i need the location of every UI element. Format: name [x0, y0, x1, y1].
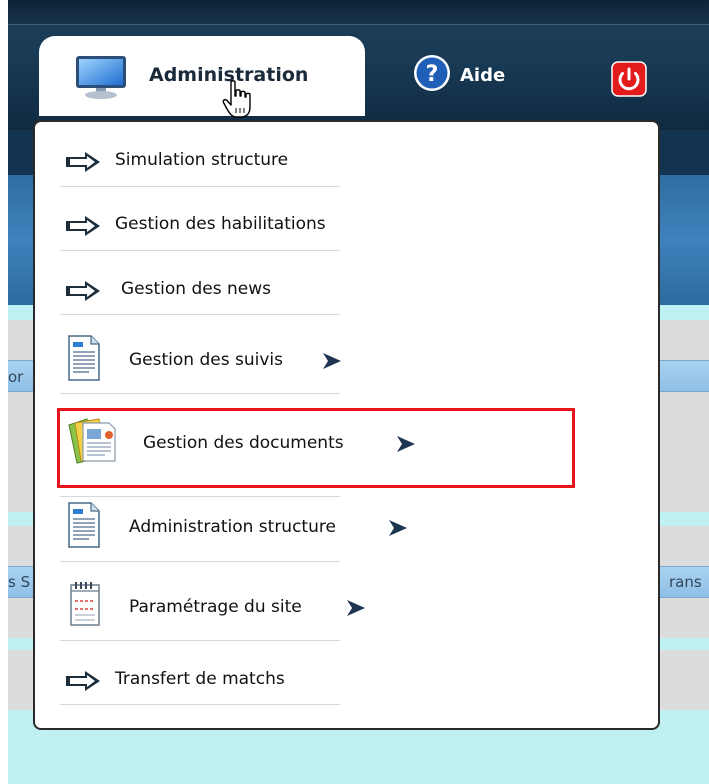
- notepad-icon: [70, 582, 100, 626]
- menu-item-label: Gestion des suivis: [129, 350, 283, 370]
- help-icon: ?: [414, 55, 450, 91]
- menu-item-simulation-structure[interactable]: Simulation structure: [35, 140, 635, 180]
- folder-documents-icon: [68, 418, 116, 464]
- menu-item-gestion-suivis[interactable]: Gestion des suivis: [35, 335, 635, 381]
- hand-cursor-icon: [222, 80, 251, 118]
- menu-item-parametrage-site[interactable]: Paramétrage du site: [35, 582, 635, 627]
- submenu-arrow-icon: [397, 436, 415, 452]
- menu-separator: [60, 393, 340, 394]
- background-text-fragment: s S: [8, 573, 31, 591]
- page-left-margin: [0, 0, 8, 784]
- svg-text:?: ?: [426, 62, 439, 87]
- menu-item-label: Simulation structure: [115, 150, 289, 170]
- monitor-icon: [76, 56, 126, 99]
- nav-administration-tab[interactable]: Administration: [39, 36, 365, 116]
- menu-item-label: Administration structure: [129, 517, 336, 537]
- document-icon: [68, 335, 100, 381]
- menu-item-label: Paramétrage du site: [129, 597, 302, 617]
- arrow-right-icon: [66, 281, 100, 301]
- power-icon: [611, 61, 647, 97]
- menu-separator: [60, 186, 340, 187]
- menu-item-label: Transfert de matchs: [115, 669, 285, 689]
- nav-help-label: Aide: [460, 65, 506, 86]
- logout-button[interactable]: [611, 61, 647, 101]
- arrow-right-icon: [66, 671, 100, 691]
- menu-separator: [60, 704, 340, 705]
- menu-separator: [60, 640, 340, 641]
- background-text-fragment: or: [8, 368, 24, 386]
- document-icon: [68, 502, 100, 548]
- menu-separator: [60, 496, 340, 497]
- menu-separator: [60, 561, 340, 562]
- background-text-fragment: rans: [669, 573, 702, 591]
- submenu-arrow-icon: [389, 520, 407, 536]
- nav-help-item[interactable]: ? Aide: [412, 53, 505, 97]
- submenu-arrow-icon: [323, 353, 341, 369]
- menu-item-label: Gestion des habilitations: [115, 214, 326, 234]
- menu-item-gestion-habilitations[interactable]: Gestion des habilitations: [35, 204, 635, 244]
- menu-separator: [60, 314, 340, 315]
- arrow-right-icon: [66, 216, 100, 236]
- menu-separator: [60, 250, 340, 251]
- menu-item-label: Gestion des documents: [143, 433, 344, 453]
- arrow-right-icon: [66, 152, 100, 172]
- submenu-arrow-icon: [347, 600, 365, 616]
- administration-dropdown-menu: Simulation structure Gestion des habilit…: [33, 120, 660, 730]
- menu-item-gestion-news[interactable]: Gestion des news: [35, 269, 635, 309]
- top-navigation-bar: Administration ? Aide: [8, 0, 709, 130]
- menu-item-gestion-documents[interactable]: Gestion des documents: [35, 418, 635, 464]
- menu-item-label: Gestion des news: [121, 279, 271, 299]
- menu-item-administration-structure[interactable]: Administration structure: [35, 502, 635, 548]
- menu-item-transfert-matchs[interactable]: Transfert de matchs: [35, 659, 635, 699]
